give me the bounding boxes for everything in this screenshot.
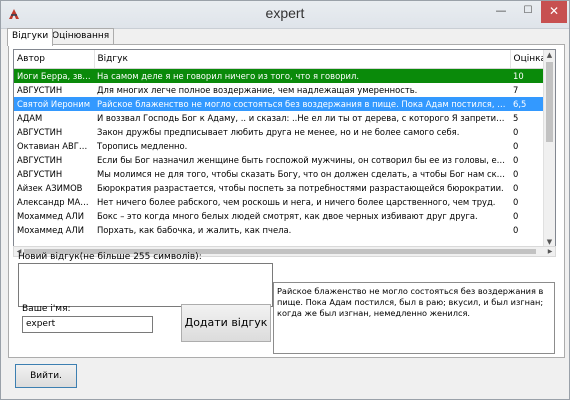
table-row[interactable]: Мохаммед АЛИ Порхать, как бабочка, и жали… [14, 223, 544, 237]
cell-author: АВГУСТИН [17, 169, 63, 179]
app-window: expert — ☐ ✕ Відгуки Оцінювання Автор Ві… [0, 0, 570, 400]
cell-score: 10 [510, 68, 544, 83]
table-row[interactable]: АВГУСТИН Для многих легче полное воздержа… [14, 83, 544, 97]
cell-score: 0 [513, 127, 519, 137]
reviews-table: Автор Відгук Оцінка Иоги Берра, зве... На… [14, 50, 545, 237]
column-header-review[interactable]: Відгук [94, 50, 511, 69]
cell-score: 0 [513, 141, 519, 151]
scroll-right-arrow-icon[interactable]: ▶ [545, 247, 555, 256]
cell-review: Для многих легче полное воздержание, чем… [97, 85, 418, 95]
tab-ratings[interactable]: Оцінювання [47, 28, 115, 45]
cell-score: 0 [513, 183, 519, 193]
cell-author: АВГУСТИН [17, 155, 63, 165]
table-row[interactable]: Александр МАК... Нет ничего более рабског… [14, 195, 544, 209]
cell-author: АВГУСТИН [17, 127, 63, 137]
reviews-grid[interactable]: Автор Відгук Оцінка Иоги Берра, зве... На… [13, 49, 556, 249]
table-row[interactable]: АВГУСТИН Если бы Бог назначил женщине быт… [14, 153, 544, 167]
cell-review: Мы молимся не для того, чтобы сказать Бо… [97, 169, 510, 179]
cell-review: И воззвал Господь Бог к Адаму, .. и сказ… [97, 113, 510, 123]
minimize-button[interactable]: — [487, 1, 515, 23]
scroll-up-arrow-icon[interactable]: ▲ [544, 50, 555, 61]
close-button[interactable]: ✕ [541, 1, 567, 23]
table-row[interactable]: АВГУСТИН Закон дружбы предписывает любить… [14, 125, 544, 139]
cell-review: Бокс – это когда много белых людей смотр… [97, 211, 478, 221]
grid-header-row: Автор Відгук Оцінка [14, 50, 545, 69]
cell-author: Айзек АЗИМОВ [17, 183, 83, 193]
reviews-tab-panel: Автор Відгук Оцінка Иоги Берра, зве... На… [8, 44, 565, 358]
name-label: Ваше і'мя: [22, 304, 71, 314]
tab-reviews[interactable]: Відгуки [7, 28, 54, 46]
cell-score: 0 [513, 225, 519, 235]
cell-score: 6,5 [510, 97, 544, 111]
cell-score: 5 [513, 113, 519, 123]
cell-author: Мохаммед АЛИ [17, 225, 84, 235]
cell-review: Бюрократия разрастается, чтобы поспеть з… [97, 183, 504, 193]
cell-review: Закон дружбы предписывает любить друга н… [97, 127, 460, 137]
cell-score: 0 [513, 211, 519, 221]
cell-author: Александр МАК... [17, 197, 94, 207]
cell-review: Если бы Бог назначил женщине быть госпож… [97, 155, 510, 165]
cell-author: АДАМ [17, 113, 43, 123]
cell-review: Порхать, как бабочка, и жалить, как пчел… [97, 225, 292, 235]
cell-review: Нет ничего более рабского, чем роскошь и… [97, 197, 496, 207]
cell-review: На самом деле я не говорил ничего из тог… [94, 68, 510, 83]
table-row[interactable]: Октавиан АВГУСТ Торопись медленно. 0 [14, 139, 544, 153]
table-row[interactable]: Святой Иероним Райское блаженство не могл… [14, 97, 544, 111]
exit-button[interactable]: Вийти. [15, 364, 77, 388]
column-header-score[interactable]: Оцінка [510, 50, 545, 69]
new-review-label: Новий відгук(не більше 255 символів): [18, 252, 202, 262]
column-header-author[interactable]: Автор [14, 50, 95, 69]
window-title: expert [265, 5, 305, 21]
cell-author: Мохаммед АЛИ [17, 211, 84, 221]
table-row[interactable]: Мохаммед АЛИ Бокс – это когда много белых… [14, 209, 544, 223]
title-bar[interactable]: expert — ☐ ✕ [1, 1, 569, 29]
cell-score: 0 [513, 155, 519, 165]
table-row[interactable]: Иоги Берра, зве... На самом деле я не гов… [14, 68, 544, 83]
add-review-button[interactable]: Додати відгук [181, 304, 271, 342]
cell-score: 0 [513, 197, 519, 207]
scroll-thumb[interactable] [546, 62, 553, 142]
table-row[interactable]: АВГУСТИН Мы молимся не для того, чтобы ск… [14, 167, 544, 181]
cell-author: Иоги Берра, зве... [14, 68, 94, 83]
cell-review: Торопись медленно. [97, 141, 188, 151]
selected-review-preview: Райское блаженство не могло состояться б… [273, 282, 555, 354]
cell-review: Райское блаженство не могло состояться б… [94, 97, 510, 111]
cell-score: 0 [513, 169, 519, 179]
cell-author: Октавиан АВГУСТ [17, 141, 94, 151]
cell-author: АВГУСТИН [17, 85, 63, 95]
cell-score: 7 [513, 85, 519, 95]
table-row[interactable]: Айзек АЗИМОВ Бюрократия разрастается, что… [14, 181, 544, 195]
table-row[interactable]: АДАМ И воззвал Господь Бог к Адаму, .. и … [14, 111, 544, 125]
new-review-textarea[interactable] [18, 263, 273, 307]
vertical-scrollbar[interactable]: ▲ ▼ [543, 50, 555, 248]
name-input[interactable]: expert [22, 316, 153, 333]
cell-author: Святой Иероним [14, 97, 94, 111]
maximize-button[interactable]: ☐ [514, 1, 542, 23]
